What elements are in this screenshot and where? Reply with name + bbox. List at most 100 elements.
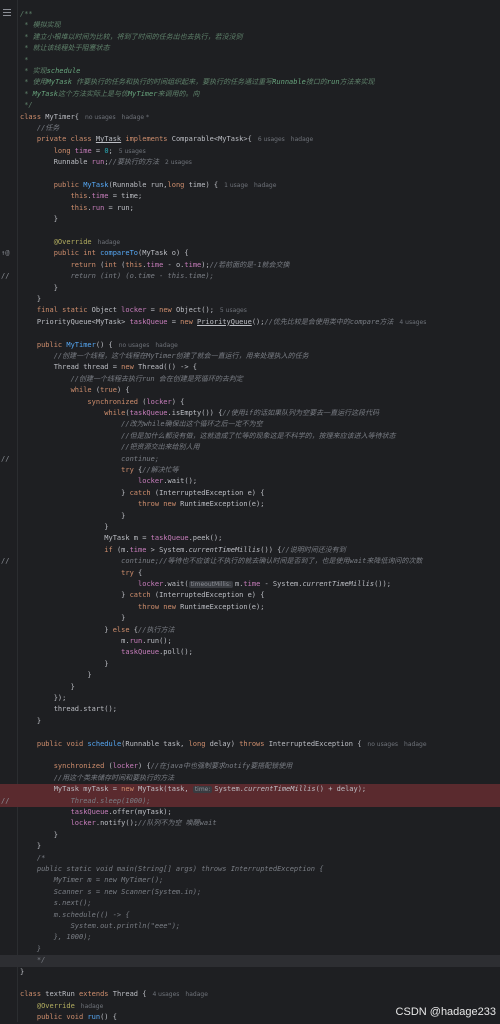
code-line[interactable]: } catch (InterruptedException e) { bbox=[0, 590, 500, 601]
code-line[interactable]: this.run = run; bbox=[0, 203, 500, 214]
code-line[interactable]: //改为while确保出这个循环之后一定不为空 bbox=[0, 419, 500, 430]
code-line[interactable]: PriorityQueue<MyTask> taskQueue = new Pr… bbox=[0, 317, 500, 328]
code-line[interactable]: taskQueue.offer(myTask); bbox=[0, 807, 500, 818]
code-line[interactable]: } bbox=[0, 522, 500, 533]
code-line[interactable]: } bbox=[0, 841, 500, 852]
code-line[interactable]: System.out.println("eee"); bbox=[0, 921, 500, 932]
code-line[interactable]: //把资源交出来给别人用 bbox=[0, 442, 500, 453]
code-line[interactable]: this.time = time; bbox=[0, 191, 500, 202]
code-line[interactable]: * 实现schedule bbox=[0, 66, 500, 77]
code-line[interactable]: locker.wait(timeoutMillis: m.time - Syste… bbox=[0, 579, 500, 590]
code-line[interactable]: } else {//执行方法 bbox=[0, 625, 500, 636]
code-line[interactable]: final static Object locker = new Object(… bbox=[0, 305, 500, 316]
code-line[interactable] bbox=[0, 169, 500, 180]
author-hint[interactable]: hadage bbox=[155, 342, 177, 349]
author-hint[interactable]: hadage bbox=[254, 182, 276, 189]
code-line[interactable]: } bbox=[0, 670, 500, 681]
code-line[interactable]: } bbox=[0, 294, 500, 305]
usages-hint[interactable]: 6 usages bbox=[258, 136, 285, 143]
code-line[interactable]: Runnable run;//要执行的方法 2 usages bbox=[0, 157, 500, 168]
usages-hint[interactable]: no usages bbox=[367, 741, 398, 748]
code-line[interactable]: } bbox=[0, 214, 500, 225]
author-hint[interactable]: hadage bbox=[404, 741, 426, 748]
code-line[interactable]: //任务 bbox=[0, 123, 500, 134]
author-hint[interactable]: hadage bbox=[291, 136, 313, 143]
code-line[interactable]: if (m.time > System.currentTimeMillis())… bbox=[0, 545, 500, 556]
code-line[interactable] bbox=[0, 727, 500, 738]
usages-hint[interactable]: no usages bbox=[119, 342, 150, 349]
code-line[interactable]: //用这个类来储存时间和要执行的方法 bbox=[0, 773, 500, 784]
code-line[interactable]: public MyTask(Runnable run,long time) {1… bbox=[0, 180, 500, 191]
code-line[interactable]: m.schedule(() -> { bbox=[0, 910, 500, 921]
code-line[interactable]: taskQueue.poll(); bbox=[0, 647, 500, 658]
author-hint[interactable]: hadage bbox=[81, 1003, 103, 1010]
code-line[interactable]: * bbox=[0, 55, 500, 66]
code-line[interactable]: long time = 0; 5 usages bbox=[0, 146, 500, 157]
code-line[interactable]: //但是加什么都没有做，这就造成了忙等的现象这是不科学的，按理来应该进入等待状态 bbox=[0, 431, 500, 442]
override-gutter-icon[interactable]: ↑@ bbox=[1, 248, 17, 259]
code-line[interactable]: */ bbox=[0, 955, 500, 967]
code-line[interactable]: public void schedule(Runnable task, long… bbox=[0, 739, 500, 750]
code-line[interactable]: class textRun extends Thread {4 usages ha… bbox=[0, 989, 500, 1000]
code-line[interactable]: //创建一个线程，这个线程在MyTimer创建了就会一直运行，用来处理执入的任务 bbox=[0, 351, 500, 362]
code-line[interactable]: * 就让该线程处于阻塞状态 bbox=[0, 43, 500, 54]
usages-hint[interactable]: no usages bbox=[85, 114, 116, 121]
code-line[interactable]: private class MyTask implements Comparab… bbox=[0, 134, 500, 145]
code-line[interactable]: while(taskQueue.isEmpty()) {//使用if的话如果队列… bbox=[0, 408, 500, 419]
code-line[interactable]: * 使用MyTask 作要执行的任务和执行的时间组织起来，要执行的任务通过重写R… bbox=[0, 77, 500, 88]
code-line[interactable]: * 建立小根堆以时间为比较，将到了时间的任务出也去执行，若没没则 bbox=[0, 32, 500, 43]
usages-hint[interactable]: 4 usages bbox=[399, 319, 426, 326]
code-line[interactable]: throw new RuntimeException(e); bbox=[0, 602, 500, 613]
code-line[interactable] bbox=[0, 750, 500, 761]
code-line[interactable]: } catch (InterruptedException e) { bbox=[0, 488, 500, 499]
code-line[interactable] bbox=[0, 978, 500, 989]
code-line[interactable]: thread.start(); bbox=[0, 704, 500, 715]
usages-hint[interactable]: 4 usages bbox=[152, 991, 179, 998]
code-line[interactable]: /* bbox=[0, 853, 500, 864]
code-line[interactable]: synchronized (locker) { bbox=[0, 397, 500, 408]
code-line[interactable]: } bbox=[0, 944, 500, 955]
code-line[interactable]: } bbox=[0, 659, 500, 670]
code-line[interactable]: } bbox=[0, 511, 500, 522]
code-line[interactable]: } bbox=[0, 613, 500, 624]
usages-hint[interactable]: 5 usages bbox=[220, 307, 247, 314]
code-line[interactable]: // continue;//等待也不应该让不执行的就去确认时间是否到了，也是使用… bbox=[0, 556, 500, 567]
code-line[interactable]: }, 1000); bbox=[0, 932, 500, 943]
code-line[interactable]: MyTask m = taskQueue.peek(); bbox=[0, 533, 500, 544]
code-line[interactable]: public static void main(String[] args) t… bbox=[0, 864, 500, 875]
code-line[interactable]: try { bbox=[0, 568, 500, 579]
code-line[interactable]: //创建一个线程去执行run 会在创建是死循环的去判定 bbox=[0, 374, 500, 385]
code-line[interactable]: } bbox=[0, 682, 500, 693]
code-line[interactable] bbox=[0, 328, 500, 339]
code-line[interactable]: locker.wait(); bbox=[0, 476, 500, 487]
code-line[interactable]: locker.notify();//队列不为空 唤醒wait bbox=[0, 818, 500, 829]
code-line[interactable]: */ bbox=[0, 100, 500, 111]
code-line[interactable]: synchronized (locker) {//在java中也强制要求noti… bbox=[0, 761, 500, 772]
code-line[interactable]: MyTimer m = new MyTimer(); bbox=[0, 875, 500, 886]
code-line[interactable]: m.run.run(); bbox=[0, 636, 500, 647]
author-hint[interactable]: hadage bbox=[185, 991, 207, 998]
author-hint[interactable]: hadage * bbox=[122, 114, 149, 121]
code-line[interactable]: // continue; bbox=[0, 454, 500, 465]
code-line[interactable]: return (int (this.time - o.time);//若前面的是… bbox=[0, 260, 500, 271]
code-line[interactable]: s.next(); bbox=[0, 898, 500, 909]
code-line[interactable]: // return (int) (o.time - this.time); bbox=[0, 271, 500, 282]
usages-hint[interactable]: 1 usage bbox=[224, 182, 248, 189]
code-line[interactable]: } bbox=[0, 967, 500, 978]
code-line[interactable]: MyTask myTask = new MyTask(task, time: Sy… bbox=[0, 784, 500, 796]
code-line[interactable]: }); bbox=[0, 693, 500, 704]
code-line[interactable]: Thread thread = new Thread(() -> { bbox=[0, 362, 500, 373]
code-line[interactable]: } bbox=[0, 716, 500, 727]
code-line[interactable]: } bbox=[0, 830, 500, 841]
code-line[interactable] bbox=[0, 226, 500, 237]
code-line[interactable]: class MyTimer{no usages hadage * bbox=[0, 112, 500, 123]
code-line[interactable]: * 模拟实现 bbox=[0, 20, 500, 31]
usages-hint[interactable]: 2 usages bbox=[165, 159, 192, 166]
code-line[interactable]: // Thread.sleep(1000); bbox=[0, 795, 500, 807]
author-hint[interactable]: hadage bbox=[98, 239, 120, 246]
code-line[interactable]: throw new RuntimeException(e); bbox=[0, 499, 500, 510]
code-line[interactable]: @Override hadage bbox=[0, 237, 500, 248]
code-line[interactable]: /** bbox=[0, 9, 500, 20]
usages-hint[interactable]: 5 usages bbox=[119, 148, 146, 155]
code-line[interactable]: while (true) { bbox=[0, 385, 500, 396]
